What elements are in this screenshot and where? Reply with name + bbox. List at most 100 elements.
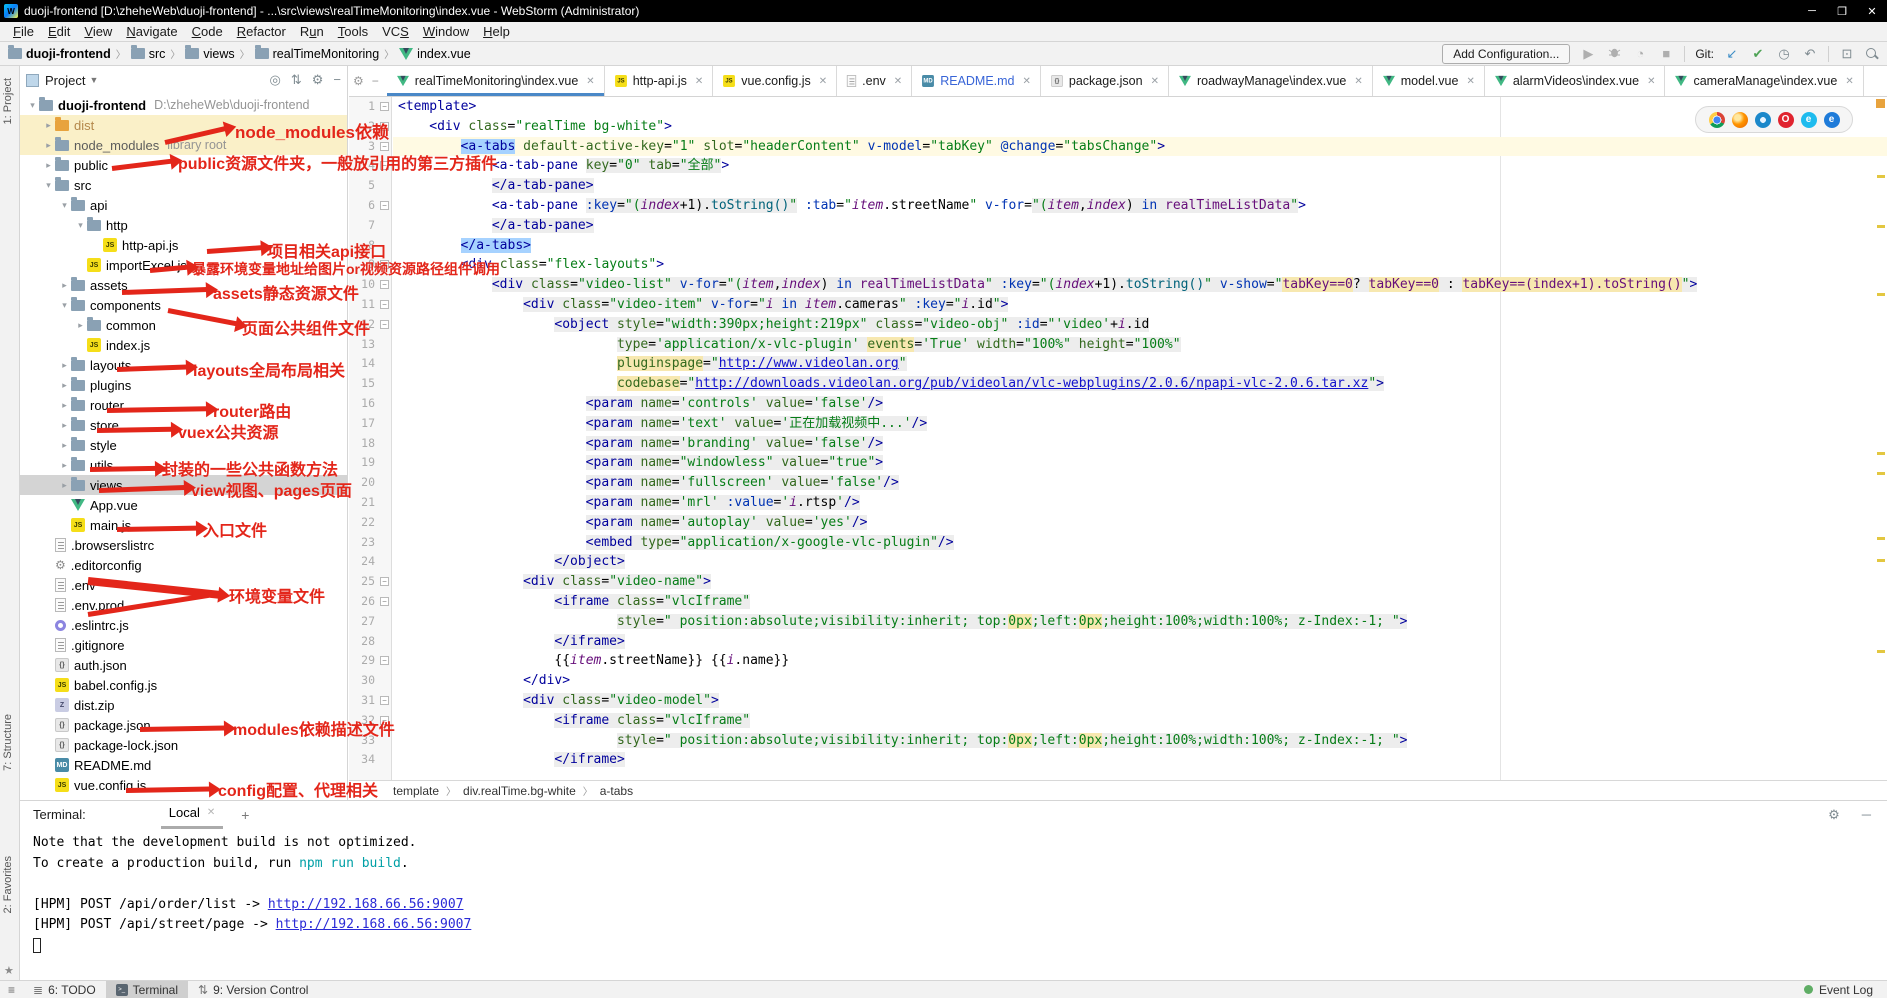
close-icon[interactable]: ✕	[1845, 76, 1853, 87]
tree-item-utils[interactable]: ▸utils	[20, 455, 347, 475]
tree-item--editorconfig[interactable]: ⚙.editorconfig	[20, 555, 347, 575]
tree-item--eslintrc-js[interactable]: .eslintrc.js	[20, 615, 347, 635]
tree-item-auth-json[interactable]: {}auth.json	[20, 655, 347, 675]
tool-stripe-project[interactable]: 1: Project	[2, 78, 14, 124]
code-line-4[interactable]: <a-tab-pane key="0" tab="全部">	[393, 156, 1887, 176]
code-line-18[interactable]: <param name='branding' value='false'/>	[393, 434, 1887, 454]
terminal-output[interactable]: Note that the development build is not o…	[33, 833, 1887, 980]
maximize-button[interactable]: ❐	[1827, 0, 1857, 22]
coverage-icon[interactable]: ◔	[1632, 46, 1648, 61]
tree-item-index-js[interactable]: JSindex.js	[20, 335, 347, 355]
status-menu-icon[interactable]: ≡	[0, 983, 23, 997]
editor-breadcrumb-item[interactable]: div.realTime.bg-white	[463, 784, 576, 798]
code-line-24[interactable]: </object>	[393, 552, 1887, 572]
code-line-2[interactable]: <div class="realTime bg-white">	[393, 117, 1887, 137]
tree-item-common[interactable]: ▸common	[20, 315, 347, 335]
chevron-expanded-icon[interactable]: ▾	[58, 300, 71, 311]
code-line-33[interactable]: style=" position:absolute;visibility:inh…	[393, 731, 1887, 751]
warning-tick[interactable]	[1877, 452, 1885, 455]
menu-item-window[interactable]: Window	[416, 24, 476, 39]
chrome-browser-icon[interactable]	[1709, 112, 1725, 128]
warning-tick[interactable]	[1877, 293, 1885, 296]
tree-item-api[interactable]: ▾api	[20, 195, 347, 215]
fold-marker-icon[interactable]: −	[380, 597, 389, 606]
tree-item-views[interactable]: ▸views	[20, 475, 347, 495]
code-line-7[interactable]: </a-tab-pane>	[393, 216, 1887, 236]
code-line-25[interactable]: <div class="video-name">	[393, 572, 1887, 592]
fold-marker-icon[interactable]: −	[380, 161, 389, 170]
code-editor[interactable]: <template><div class="realTime bg-white"…	[393, 97, 1887, 780]
breadcrumb-item[interactable]: index.vue	[399, 47, 471, 61]
close-icon[interactable]: ✕	[695, 76, 703, 87]
tree-item-duoji-frontend[interactable]: ▾duoji-frontendD:\zheheWeb\duoji-fronten…	[20, 95, 347, 115]
code-line-23[interactable]: <embed type="application/x-google-vlc-pl…	[393, 533, 1887, 553]
menu-item-file[interactable]: File	[6, 24, 41, 39]
tree-item-babel-config-js[interactable]: JSbabel.config.js	[20, 675, 347, 695]
tree-item--env[interactable]: .env	[20, 575, 347, 595]
status-9-version-control[interactable]: ⇅9: Version Control	[188, 981, 318, 998]
close-icon[interactable]: ✕	[819, 76, 827, 87]
edge-browser-icon[interactable]: e	[1824, 112, 1840, 128]
terminal-tab-local[interactable]: Local ✕	[161, 801, 223, 829]
chevron-expanded-icon[interactable]: ▾	[26, 100, 39, 111]
chevron-expanded-icon[interactable]: ▾	[74, 220, 87, 231]
fold-marker-icon[interactable]: −	[380, 320, 389, 329]
close-icon[interactable]: ✕	[1647, 76, 1655, 87]
chevron-collapsed-icon[interactable]: ▸	[58, 280, 71, 291]
favorites-star-icon[interactable]: ★	[4, 964, 14, 977]
code-line-15[interactable]: codebase="http://downloads.videolan.org/…	[393, 374, 1887, 394]
menu-item-code[interactable]: Code	[185, 24, 230, 39]
fold-marker-icon[interactable]: −	[380, 201, 389, 210]
ie-browser-icon[interactable]: e	[1801, 112, 1817, 128]
code-line-29[interactable]: {{item.streetName}} {{i.name}}	[393, 651, 1887, 671]
tree-item-style[interactable]: ▸style	[20, 435, 347, 455]
code-line-32[interactable]: <iframe class="vlcIframe"	[393, 711, 1887, 731]
chevron-down-icon[interactable]: ▼	[89, 75, 98, 85]
tool-stripe-structure[interactable]: 7: Structure	[2, 714, 14, 771]
chevron-collapsed-icon[interactable]: ▸	[42, 120, 55, 131]
tree-item-store[interactable]: ▸store	[20, 415, 347, 435]
minimize-button[interactable]: ─	[1797, 0, 1827, 22]
close-icon[interactable]: ✕	[207, 807, 215, 818]
editor-tab-cameramanage-index-vue[interactable]: cameraManage\index.vue✕	[1665, 66, 1863, 96]
close-icon[interactable]: ✕	[1466, 76, 1474, 87]
editor-tab-http-api-js[interactable]: JShttp-api.js✕	[605, 66, 714, 96]
chevron-expanded-icon[interactable]: ▾	[42, 180, 55, 191]
code-line-14[interactable]: pluginspage="http://www.videolan.org"	[393, 354, 1887, 374]
editor-tab-vue-config-js[interactable]: JSvue.config.js✕	[713, 66, 837, 96]
terminal-settings-icon[interactable]: ⚙	[1828, 807, 1840, 823]
fold-marker-icon[interactable]: −	[380, 122, 389, 131]
editor-tab--env[interactable]: .env✕	[837, 66, 912, 96]
chevron-collapsed-icon[interactable]: ▸	[42, 160, 55, 171]
code-line-6[interactable]: <a-tab-pane :key="(index+1).toString()" …	[393, 196, 1887, 216]
firefox-browser-icon[interactable]	[1732, 112, 1748, 128]
breadcrumb-item[interactable]: duoji-frontend	[8, 47, 111, 61]
code-line-34[interactable]: </iframe>	[393, 750, 1887, 770]
menu-item-edit[interactable]: Edit	[41, 24, 77, 39]
code-line-10[interactable]: <div class="video-list" v-for="(item,ind…	[393, 275, 1887, 295]
history-icon[interactable]: ◷	[1776, 46, 1792, 62]
safari-browser-icon[interactable]	[1755, 112, 1771, 128]
chevron-collapsed-icon[interactable]: ▸	[58, 420, 71, 431]
close-icon[interactable]: ✕	[1023, 76, 1031, 87]
breadcrumb-item[interactable]: src	[131, 47, 166, 61]
chevron-collapsed-icon[interactable]: ▸	[42, 140, 55, 151]
tree-item-main-js[interactable]: JSmain.js	[20, 515, 347, 535]
code-line-26[interactable]: <iframe class="vlcIframe"	[393, 592, 1887, 612]
settings-gear-icon[interactable]: ⚙	[312, 72, 324, 88]
tabbar-minus-icon[interactable]: −	[372, 74, 379, 88]
editor-breadcrumb-item[interactable]: template	[393, 784, 439, 798]
terminal-link[interactable]: http://192.168.66.56:9007	[276, 917, 472, 932]
locate-file-icon[interactable]: ◎	[270, 72, 281, 88]
code-line-13[interactable]: type='application/x-vlc-plugin' events='…	[393, 335, 1887, 355]
tree-item-importexcel-js[interactable]: JSimportExcel.js	[20, 255, 347, 275]
collapse-all-icon[interactable]: ⇅	[291, 72, 302, 88]
chevron-collapsed-icon[interactable]: ▸	[58, 480, 71, 491]
fold-marker-icon[interactable]: −	[380, 260, 389, 269]
terminal-link[interactable]: http://192.168.66.56:9007	[268, 897, 464, 912]
editor-breadcrumb-item[interactable]: a-tabs	[600, 784, 633, 798]
breadcrumb-item[interactable]: realTimeMonitoring	[255, 47, 380, 61]
event-log-button[interactable]: Event Log	[1819, 983, 1873, 997]
tree-item-components[interactable]: ▾components	[20, 295, 347, 315]
tree-item-http-api-js[interactable]: JShttp-api.js	[20, 235, 347, 255]
